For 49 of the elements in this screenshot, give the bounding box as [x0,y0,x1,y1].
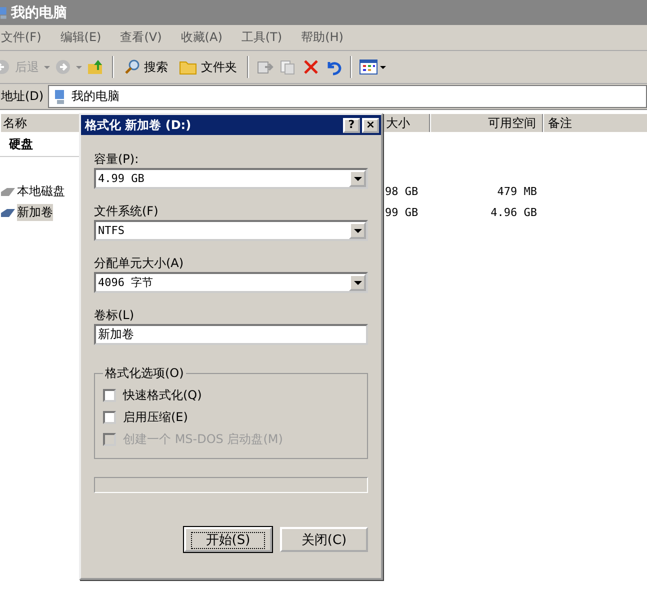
views-icon[interactable] [359,58,379,76]
drive-icon [0,208,16,218]
checkbox[interactable] [103,410,116,424]
computer-icon [54,88,66,104]
checkbox-label[interactable]: 快速格式化(Q) [123,386,202,404]
menu-item[interactable]: 编辑(E) [60,29,102,46]
drive-icon [0,186,16,196]
dropdown[interactable]: 4096 字节 [94,272,368,293]
table-cell-text: 99 GB [384,206,420,219]
field-label: 文件系统(F) [94,203,160,220]
input-field[interactable]: 新加卷 [94,324,368,345]
folder-icon [179,59,197,75]
field-label: 卷标(L) [94,307,136,324]
checkbox[interactable] [103,388,116,402]
help-button[interactable]: ? [343,118,360,132]
window-title: 我的电脑 [11,4,67,22]
menu-item[interactable]: 收藏(A) [180,29,222,46]
search-button[interactable]: 搜索 [121,58,171,76]
table-cell-text: 4.96 GB [490,206,538,219]
folder-up-icon[interactable] [87,58,105,76]
dropdown[interactable]: 4.99 GB [94,168,368,189]
copy-to-icon[interactable] [279,58,297,76]
caret-icon[interactable] [380,66,386,68]
group-title: 格式化选项(O) [104,365,185,382]
group-heading: 硬盘 [9,137,33,151]
table-cell-text: 98 GB [384,185,420,198]
dropdown[interactable]: NTFS [94,220,368,241]
search-icon [124,59,140,75]
drive-name[interactable]: 本地磁盘 [17,183,65,200]
column-header[interactable]: 备注 [543,114,647,132]
folders-button[interactable]: 文件夹 [176,58,240,76]
computer-icon [0,4,8,20]
menu-item[interactable]: 文件(F) [1,29,42,46]
delete-icon[interactable] [302,58,320,76]
field-label: 容量(P): [94,151,140,168]
table-cell-text: 479 MB [496,185,538,198]
dialog-button[interactable]: 关闭(C) [280,527,368,552]
address-field[interactable]: 我的电脑 [48,85,647,108]
checkbox-label[interactable]: 启用压缩(E) [123,408,188,426]
menu-item[interactable]: 工具(T) [241,29,282,46]
menu-item[interactable]: 帮助(H) [301,29,344,46]
field-label: 分配单元大小(A) [94,255,185,272]
close-button[interactable]: × [362,118,379,132]
address-label: 地址(D) [1,88,44,105]
dialog-button[interactable]: 开始(S) [184,527,272,552]
drive-name[interactable]: 新加卷 [17,204,53,221]
dialog-title: 格式化 新加卷 (D:) [85,116,192,134]
column-header[interactable]: 可用空间 [430,114,543,132]
menu-item[interactable]: 查看(V) [120,29,162,46]
